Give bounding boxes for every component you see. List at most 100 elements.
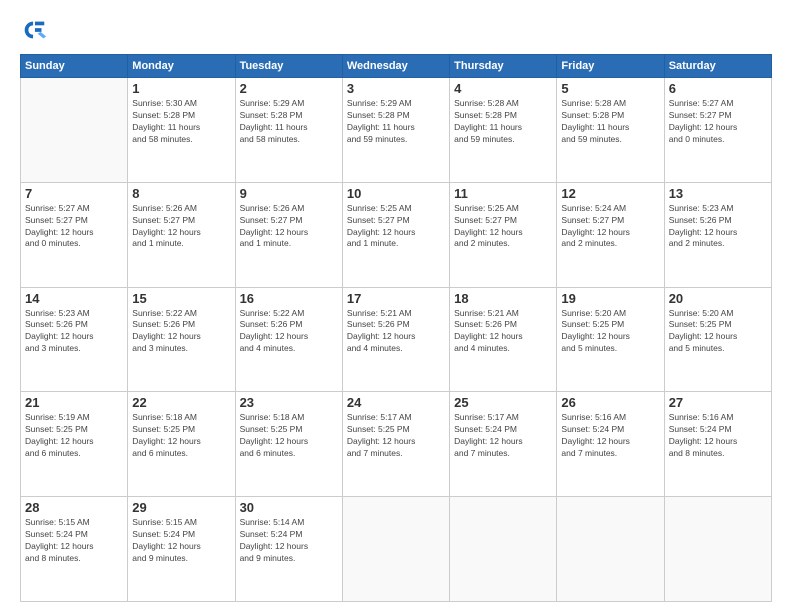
day-number: 14 <box>25 291 123 306</box>
day-info: Sunrise: 5:29 AM Sunset: 5:28 PM Dayligh… <box>347 98 445 146</box>
day-number: 15 <box>132 291 230 306</box>
day-info: Sunrise: 5:17 AM Sunset: 5:25 PM Dayligh… <box>347 412 445 460</box>
day-info: Sunrise: 5:27 AM Sunset: 5:27 PM Dayligh… <box>25 203 123 251</box>
calendar-cell: 26 Sunrise: 5:16 AM Sunset: 5:24 PM Dayli… <box>557 392 664 497</box>
day-number: 29 <box>132 500 230 515</box>
day-number: 2 <box>240 81 338 96</box>
calendar-cell <box>450 497 557 602</box>
calendar-cell: 8 Sunrise: 5:26 AM Sunset: 5:27 PM Daylig… <box>128 182 235 287</box>
day-info: Sunrise: 5:21 AM Sunset: 5:26 PM Dayligh… <box>454 308 552 356</box>
calendar-cell: 10 Sunrise: 5:25 AM Sunset: 5:27 PM Dayli… <box>342 182 449 287</box>
calendar-week-1: 7 Sunrise: 5:27 AM Sunset: 5:27 PM Daylig… <box>21 182 772 287</box>
page: SundayMondayTuesdayWednesdayThursdayFrid… <box>0 0 792 612</box>
day-number: 11 <box>454 186 552 201</box>
calendar-cell: 9 Sunrise: 5:26 AM Sunset: 5:27 PM Daylig… <box>235 182 342 287</box>
day-number: 7 <box>25 186 123 201</box>
day-number: 20 <box>669 291 767 306</box>
calendar-cell: 30 Sunrise: 5:14 AM Sunset: 5:24 PM Dayli… <box>235 497 342 602</box>
calendar-cell: 14 Sunrise: 5:23 AM Sunset: 5:26 PM Dayli… <box>21 287 128 392</box>
calendar-cell: 2Sunrise: 5:29 AM Sunset: 5:28 PM Daylig… <box>235 78 342 183</box>
day-number: 19 <box>561 291 659 306</box>
calendar-cell <box>21 78 128 183</box>
calendar-week-3: 21Sunrise: 5:19 AM Sunset: 5:25 PM Dayli… <box>21 392 772 497</box>
day-info: Sunrise: 5:26 AM Sunset: 5:27 PM Dayligh… <box>240 203 338 251</box>
weekday-header-wednesday: Wednesday <box>342 55 449 78</box>
weekday-header-monday: Monday <box>128 55 235 78</box>
day-info: Sunrise: 5:25 AM Sunset: 5:27 PM Dayligh… <box>347 203 445 251</box>
day-number: 22 <box>132 395 230 410</box>
calendar-cell: 15 Sunrise: 5:22 AM Sunset: 5:26 PM Dayli… <box>128 287 235 392</box>
calendar-cell: 18Sunrise: 5:21 AM Sunset: 5:26 PM Dayli… <box>450 287 557 392</box>
calendar-cell <box>557 497 664 602</box>
day-info: Sunrise: 5:18 AM Sunset: 5:25 PM Dayligh… <box>240 412 338 460</box>
day-info: Sunrise: 5:22 AM Sunset: 5:26 PM Dayligh… <box>132 308 230 356</box>
calendar-cell: 16 Sunrise: 5:22 AM Sunset: 5:26 PM Dayli… <box>235 287 342 392</box>
day-number: 16 <box>240 291 338 306</box>
day-info: Sunrise: 5:19 AM Sunset: 5:25 PM Dayligh… <box>25 412 123 460</box>
day-number: 10 <box>347 186 445 201</box>
day-info: Sunrise: 5:30 AM Sunset: 5:28 PM Dayligh… <box>132 98 230 146</box>
calendar-cell: 5 Sunrise: 5:28 AM Sunset: 5:28 PM Daylig… <box>557 78 664 183</box>
calendar-cell: 12 Sunrise: 5:24 AM Sunset: 5:27 PM Dayli… <box>557 182 664 287</box>
weekday-header-sunday: Sunday <box>21 55 128 78</box>
calendar-cell: 29 Sunrise: 5:15 AM Sunset: 5:24 PM Dayli… <box>128 497 235 602</box>
calendar-cell: 24 Sunrise: 5:17 AM Sunset: 5:25 PM Dayli… <box>342 392 449 497</box>
day-number: 26 <box>561 395 659 410</box>
day-info: Sunrise: 5:16 AM Sunset: 5:24 PM Dayligh… <box>669 412 767 460</box>
weekday-header-friday: Friday <box>557 55 664 78</box>
day-number: 5 <box>561 81 659 96</box>
day-number: 27 <box>669 395 767 410</box>
day-number: 3 <box>347 81 445 96</box>
logo <box>20 16 52 44</box>
day-info: Sunrise: 5:16 AM Sunset: 5:24 PM Dayligh… <box>561 412 659 460</box>
calendar-body: 1 Sunrise: 5:30 AM Sunset: 5:28 PM Daylig… <box>21 78 772 602</box>
calendar-cell: 13 Sunrise: 5:23 AM Sunset: 5:26 PM Dayli… <box>664 182 771 287</box>
day-number: 23 <box>240 395 338 410</box>
day-info: Sunrise: 5:15 AM Sunset: 5:24 PM Dayligh… <box>132 517 230 565</box>
day-number: 30 <box>240 500 338 515</box>
day-number: 17 <box>347 291 445 306</box>
day-info: Sunrise: 5:24 AM Sunset: 5:27 PM Dayligh… <box>561 203 659 251</box>
calendar-week-4: 28 Sunrise: 5:15 AM Sunset: 5:24 PM Dayli… <box>21 497 772 602</box>
calendar-cell: 1 Sunrise: 5:30 AM Sunset: 5:28 PM Daylig… <box>128 78 235 183</box>
calendar-cell: 19 Sunrise: 5:20 AM Sunset: 5:25 PM Dayli… <box>557 287 664 392</box>
day-info: Sunrise: 5:14 AM Sunset: 5:24 PM Dayligh… <box>240 517 338 565</box>
day-info: Sunrise: 5:23 AM Sunset: 5:26 PM Dayligh… <box>669 203 767 251</box>
calendar-cell: 22Sunrise: 5:18 AM Sunset: 5:25 PM Dayli… <box>128 392 235 497</box>
day-number: 13 <box>669 186 767 201</box>
day-number: 8 <box>132 186 230 201</box>
day-info: Sunrise: 5:28 AM Sunset: 5:28 PM Dayligh… <box>454 98 552 146</box>
day-number: 12 <box>561 186 659 201</box>
calendar-cell: 20 Sunrise: 5:20 AM Sunset: 5:25 PM Dayli… <box>664 287 771 392</box>
header <box>20 16 772 44</box>
calendar-cell: 11Sunrise: 5:25 AM Sunset: 5:27 PM Dayli… <box>450 182 557 287</box>
day-number: 28 <box>25 500 123 515</box>
day-number: 6 <box>669 81 767 96</box>
weekday-row: SundayMondayTuesdayWednesdayThursdayFrid… <box>21 55 772 78</box>
weekday-header-saturday: Saturday <box>664 55 771 78</box>
day-number: 9 <box>240 186 338 201</box>
calendar-cell: 23 Sunrise: 5:18 AM Sunset: 5:25 PM Dayli… <box>235 392 342 497</box>
day-number: 1 <box>132 81 230 96</box>
day-info: Sunrise: 5:21 AM Sunset: 5:26 PM Dayligh… <box>347 308 445 356</box>
calendar-cell: 4 Sunrise: 5:28 AM Sunset: 5:28 PM Daylig… <box>450 78 557 183</box>
day-info: Sunrise: 5:27 AM Sunset: 5:27 PM Dayligh… <box>669 98 767 146</box>
weekday-header-thursday: Thursday <box>450 55 557 78</box>
calendar-cell: 27 Sunrise: 5:16 AM Sunset: 5:24 PM Dayli… <box>664 392 771 497</box>
day-info: Sunrise: 5:20 AM Sunset: 5:25 PM Dayligh… <box>561 308 659 356</box>
calendar-cell: 21Sunrise: 5:19 AM Sunset: 5:25 PM Dayli… <box>21 392 128 497</box>
calendar-cell: 25Sunrise: 5:17 AM Sunset: 5:24 PM Dayli… <box>450 392 557 497</box>
day-info: Sunrise: 5:22 AM Sunset: 5:26 PM Dayligh… <box>240 308 338 356</box>
day-number: 25 <box>454 395 552 410</box>
day-info: Sunrise: 5:28 AM Sunset: 5:28 PM Dayligh… <box>561 98 659 146</box>
calendar-cell <box>664 497 771 602</box>
day-number: 4 <box>454 81 552 96</box>
day-number: 24 <box>347 395 445 410</box>
day-info: Sunrise: 5:20 AM Sunset: 5:25 PM Dayligh… <box>669 308 767 356</box>
weekday-header-tuesday: Tuesday <box>235 55 342 78</box>
calendar-week-2: 14 Sunrise: 5:23 AM Sunset: 5:26 PM Dayli… <box>21 287 772 392</box>
day-info: Sunrise: 5:23 AM Sunset: 5:26 PM Dayligh… <box>25 308 123 356</box>
calendar-header: SundayMondayTuesdayWednesdayThursdayFrid… <box>21 55 772 78</box>
calendar-cell: 17 Sunrise: 5:21 AM Sunset: 5:26 PM Dayli… <box>342 287 449 392</box>
day-info: Sunrise: 5:26 AM Sunset: 5:27 PM Dayligh… <box>132 203 230 251</box>
